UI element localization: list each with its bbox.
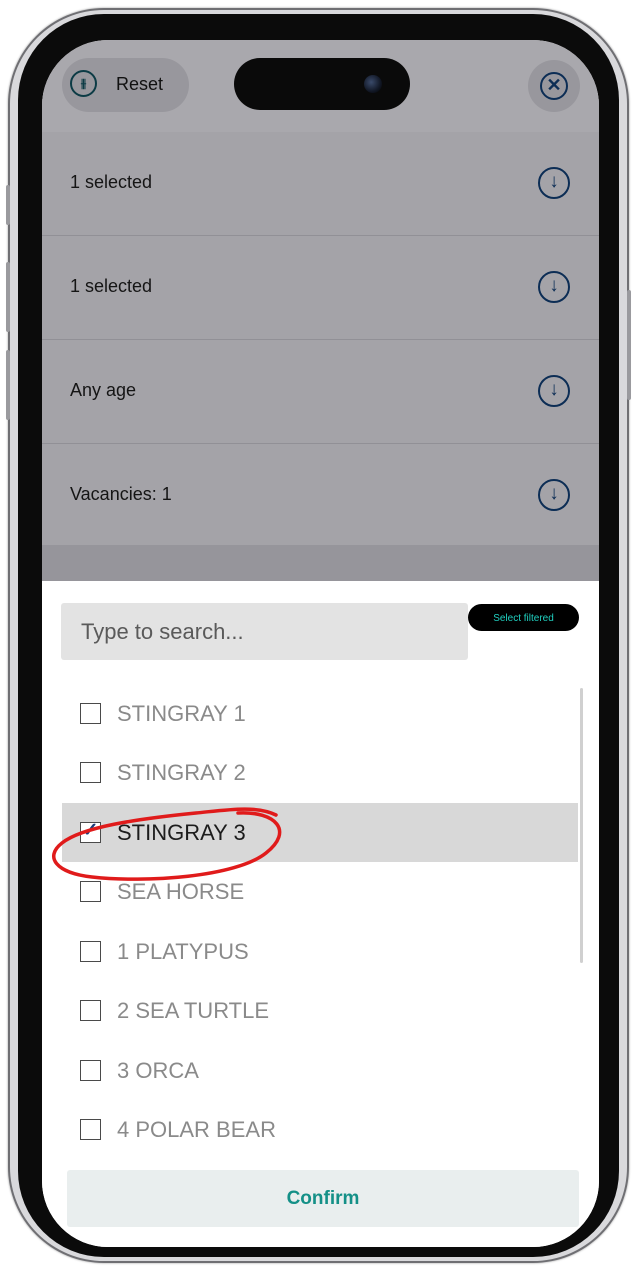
- volume-down-button: [6, 350, 10, 420]
- sliders-icon: ⫵: [70, 70, 97, 97]
- close-circle-icon: ✕: [540, 72, 568, 100]
- volume-up-button: [6, 262, 10, 332]
- filter-panel-background: ⫵ Reset ✕ 1 selected ↓ 1 selected ↓ Any …: [42, 40, 599, 600]
- list-item[interactable]: 1 PLATYPUS: [62, 922, 578, 981]
- checkbox[interactable]: [80, 1000, 101, 1021]
- phone-screen: ⫵ Reset ✕ 1 selected ↓ 1 selected ↓ Any …: [42, 40, 599, 1247]
- item-label: 2 SEA TURTLE: [117, 998, 270, 1023]
- chevron-down-circle-icon[interactable]: ↓: [538, 375, 570, 407]
- list-item[interactable]: STINGRAY 2: [62, 743, 578, 802]
- list-item[interactable]: 4 POLAR BEAR: [62, 1100, 578, 1159]
- chevron-down-circle-icon[interactable]: ↓: [538, 271, 570, 303]
- item-label: 4 POLAR BEAR: [117, 1117, 276, 1142]
- option-list: STINGRAY 1 STINGRAY 2 ✓ STINGRAY 3 SEA H…: [42, 684, 599, 1154]
- reset-button[interactable]: ⫵ Reset: [62, 58, 189, 112]
- chevron-down-circle-icon[interactable]: ↓: [538, 167, 570, 199]
- action-button: [6, 185, 10, 225]
- list-item[interactable]: STINGRAY 1: [62, 684, 578, 743]
- filter-value: Vacancies: 1: [70, 484, 172, 504]
- item-label: STINGRAY 2: [117, 760, 246, 785]
- list-item[interactable]: SEA HORSE: [62, 862, 578, 921]
- close-button[interactable]: ✕: [528, 60, 580, 112]
- checkmark-icon: ✓: [82, 820, 99, 841]
- list-item-selected[interactable]: ✓ STINGRAY 3: [62, 803, 578, 862]
- filter-row-2[interactable]: 1 selected ↓: [42, 236, 599, 340]
- item-label: 1 PLATYPUS: [117, 939, 249, 964]
- checkbox[interactable]: [80, 1060, 101, 1081]
- checkbox[interactable]: ✓: [80, 820, 101, 843]
- item-label: SEA HORSE: [117, 879, 245, 904]
- filter-row-age[interactable]: Any age ↓: [42, 340, 599, 444]
- selection-sheet: Select filtered STINGRAY 1 STINGRAY 2 ✓ …: [42, 581, 599, 1247]
- item-label: STINGRAY 3: [117, 820, 246, 845]
- filter-row-vacancies[interactable]: Vacancies: 1 ↓: [42, 444, 599, 548]
- filter-row-partial: [42, 545, 599, 585]
- confirm-button[interactable]: Confirm: [67, 1170, 579, 1227]
- checkbox[interactable]: [80, 1119, 101, 1140]
- filter-value: Any age: [70, 380, 137, 400]
- filter-value: 1 selected: [70, 276, 153, 296]
- reset-label: Reset: [116, 74, 164, 94]
- checkbox[interactable]: [80, 941, 101, 962]
- checkbox[interactable]: [80, 703, 101, 724]
- power-button: [627, 290, 631, 400]
- item-label: STINGRAY 1: [117, 701, 246, 726]
- camera-icon: [364, 75, 382, 93]
- select-filtered-button[interactable]: Select filtered: [468, 604, 579, 631]
- chevron-down-circle-icon[interactable]: ↓: [538, 479, 570, 511]
- list-item[interactable]: 3 ORCA: [62, 1041, 578, 1100]
- item-label: 3 ORCA: [117, 1058, 199, 1083]
- filter-value: 1 selected: [70, 172, 153, 192]
- filter-row-1[interactable]: 1 selected ↓: [42, 132, 599, 236]
- dynamic-island: [234, 58, 410, 110]
- checkbox[interactable]: [80, 881, 101, 902]
- search-input[interactable]: [61, 603, 468, 660]
- list-item[interactable]: 2 SEA TURTLE: [62, 981, 578, 1040]
- checkbox[interactable]: [80, 762, 101, 783]
- top-bar: ⫵ Reset ✕: [42, 40, 599, 134]
- scrollbar[interactable]: [580, 688, 583, 963]
